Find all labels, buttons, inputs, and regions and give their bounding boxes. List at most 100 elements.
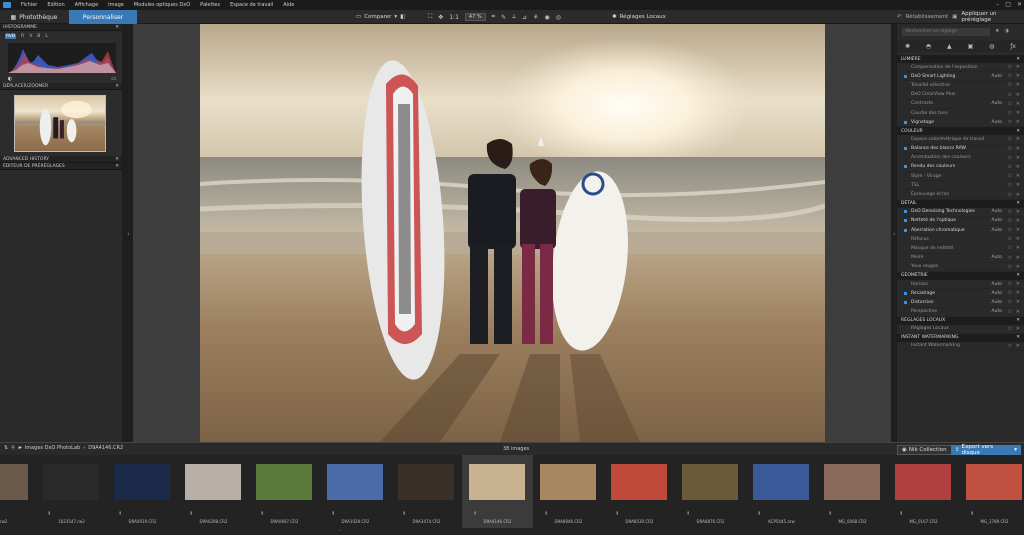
channel-b[interactable]: B (37, 34, 40, 39)
enabled-indicator[interactable] (904, 291, 907, 295)
move-icon[interactable]: ✥ (438, 14, 443, 21)
enabled-indicator[interactable] (904, 147, 907, 151)
local-adjustments-button[interactable]: ✱ Réglages Locaux (612, 12, 666, 22)
image-viewer[interactable] (133, 24, 891, 442)
thumb-flag-icon[interactable]: ▮ (190, 510, 192, 515)
geometry-icon[interactable]: ▣ (968, 43, 974, 50)
section-header[interactable]: LUMIÈRE ✕ (897, 55, 1024, 63)
enabled-indicator[interactable] (904, 138, 907, 141)
close-icon[interactable]: ✕ (1016, 119, 1020, 125)
enabled-indicator[interactable] (904, 219, 907, 223)
setting-row[interactable]: Balance des blancs RAW ☆ ✕ (897, 145, 1024, 154)
close-icon[interactable]: ✕ (1016, 209, 1020, 215)
thumb-flag-icon[interactable]: ▮ (332, 510, 334, 515)
thumb-flag-icon[interactable]: ▮ (687, 510, 689, 515)
enabled-indicator[interactable] (904, 84, 907, 87)
star-icon[interactable]: ☆ (1008, 164, 1012, 170)
close-icon[interactable]: ✕ (1016, 173, 1020, 179)
close-icon[interactable]: ✕ (1016, 82, 1020, 88)
channel-rgb[interactable]: RVB (5, 34, 17, 39)
menu-image[interactable]: Image (103, 0, 129, 10)
color-icon[interactable]: ◓ (926, 43, 931, 50)
thumb-flag-icon[interactable]: ▮ (403, 510, 405, 515)
section-header[interactable]: RÉGLAGES LOCAUX ✕ (897, 316, 1024, 325)
menu-workspace[interactable]: Espace de travail (225, 0, 278, 10)
enabled-indicator[interactable] (904, 310, 907, 313)
close-icon[interactable]: ✕ (115, 164, 119, 169)
close-icon[interactable]: ✕ (1016, 335, 1020, 340)
close-icon[interactable]: ✕ (1016, 343, 1020, 349)
filmstrip-thumb[interactable]: ▮ D9A0298.CR2 (178, 455, 249, 528)
menu-help[interactable]: Aide (278, 0, 299, 10)
close-icon[interactable]: ✕ (1016, 73, 1020, 79)
close-icon[interactable]: ✕ (1016, 164, 1020, 170)
close-icon[interactable]: ✕ (1016, 146, 1020, 152)
filmstrip-thumb[interactable]: ▮ D9A0697.CR2 (249, 455, 320, 528)
setting-row[interactable]: Perspective Auto ☆ ✕ (897, 308, 1024, 317)
main-photo[interactable] (200, 24, 825, 442)
star-icon[interactable]: ☆ (1008, 192, 1012, 198)
history-header[interactable]: ADVANCED HISTORY ✕ (0, 156, 122, 163)
compare-button[interactable]: ▭ Comparer ▾ ◧ (356, 12, 405, 22)
close-icon[interactable]: ✕ (1016, 273, 1020, 278)
zoom-field[interactable]: 47 % (464, 13, 486, 21)
close-icon[interactable]: ✕ (1016, 318, 1020, 323)
setting-row[interactable]: Recadrage Auto ☆ ✕ (897, 289, 1024, 299)
enabled-indicator[interactable] (904, 193, 907, 196)
filmstrip-thumb[interactable]: ▮ 1023547.rw2 (36, 455, 107, 528)
star-icon[interactable]: ☆ (1008, 343, 1012, 349)
settings-search-input[interactable]: Rechercher un réglage (902, 28, 990, 36)
setting-row[interactable]: Vignetage Auto ☆ ✕ (897, 118, 1024, 128)
star-icon[interactable]: ☆ (1008, 73, 1012, 79)
fit-icon[interactable]: ⛶ (428, 13, 432, 21)
star-icon[interactable]: ☆ (1008, 227, 1012, 233)
enabled-indicator[interactable] (904, 300, 907, 304)
setting-row[interactable]: Réfocus ☆ ✕ (897, 235, 1024, 245)
filmstrip-thumb[interactable]: ▮ D9A3474.CR2 (391, 455, 462, 528)
star-icon[interactable]: ☆ (1008, 64, 1012, 70)
navigator-preview[interactable] (14, 95, 106, 152)
star-icon[interactable]: ☆ (1008, 182, 1012, 188)
star-icon[interactable]: ☆ (1008, 290, 1012, 296)
filmstrip-thumb[interactable]: ▮ MG_0167.CR2 (888, 455, 959, 528)
histogram-header[interactable]: HISTOGRAMME ✕ (0, 24, 122, 31)
close-icon[interactable]: ✕ (1016, 182, 1020, 188)
close-icon[interactable]: ✕ (1016, 309, 1020, 315)
repair-icon[interactable]: ⚘ (533, 14, 538, 21)
thumb-flag-icon[interactable]: ▮ (261, 510, 263, 515)
close-icon[interactable]: ✕ (1016, 236, 1020, 242)
sort-icon[interactable]: ⇅ (4, 445, 8, 451)
close-icon[interactable]: ✕ (115, 25, 119, 30)
thumb-flag-icon[interactable]: ▮ (474, 510, 476, 515)
star-icon[interactable]: ☆ (1008, 209, 1012, 215)
section-header[interactable]: COULEUR ✕ (897, 127, 1024, 136)
revert-button[interactable]: Rétablissement (906, 14, 949, 20)
nik-collection-button[interactable]: ◉ Nik Collection (897, 445, 952, 455)
setting-row[interactable]: Espace colorimétrique de travail ☆ ✕ (897, 135, 1024, 145)
thumb-flag-icon[interactable]: ▮ (119, 510, 121, 515)
close-icon[interactable]: ✕ (1016, 129, 1020, 134)
filmstrip-thumb[interactable]: ▮ D9A8876.CR2 (675, 455, 746, 528)
enabled-indicator[interactable] (904, 256, 907, 259)
filmstrip-thumb[interactable]: ▮ D9A4146.CR2 (462, 455, 533, 528)
setting-row[interactable]: Distorsion Auto ☆ ✕ (897, 298, 1024, 308)
enabled-indicator[interactable] (904, 175, 907, 178)
setting-row[interactable]: Moiré Auto ☆ ✕ (897, 254, 1024, 263)
close-icon[interactable]: ✕ (1016, 290, 1020, 296)
toggle-icon[interactable]: ◑ (1004, 28, 1008, 34)
close-icon[interactable]: ✕ (1016, 201, 1020, 206)
setting-row[interactable]: Instant Watermarking ☆ ✕ (897, 342, 1024, 352)
export-button[interactable]: ⇪ Export vers disque ▾ (951, 444, 1021, 456)
close-icon[interactable]: ✕ (1016, 255, 1020, 261)
setting-row[interactable]: TSL ☆ ✕ (897, 181, 1024, 191)
menu-edit[interactable]: Edition (42, 0, 69, 10)
close-icon[interactable]: ✕ (1016, 155, 1020, 161)
star-icon[interactable]: ☆ (1008, 281, 1012, 287)
close-icon[interactable]: ✕ (1016, 326, 1020, 332)
apply-preset-button[interactable]: Appliquer un préréglage (961, 11, 1024, 23)
thumb-flag-icon[interactable]: ▮ (900, 510, 902, 515)
star-icon[interactable]: ☆ (1008, 264, 1012, 270)
tab-personnaliser[interactable]: Personnaliser (69, 10, 137, 24)
filmstrip-thumb[interactable]: ▮ D9A1028.CR2 (320, 455, 391, 528)
monitor-icon[interactable]: ▭ (111, 76, 116, 82)
